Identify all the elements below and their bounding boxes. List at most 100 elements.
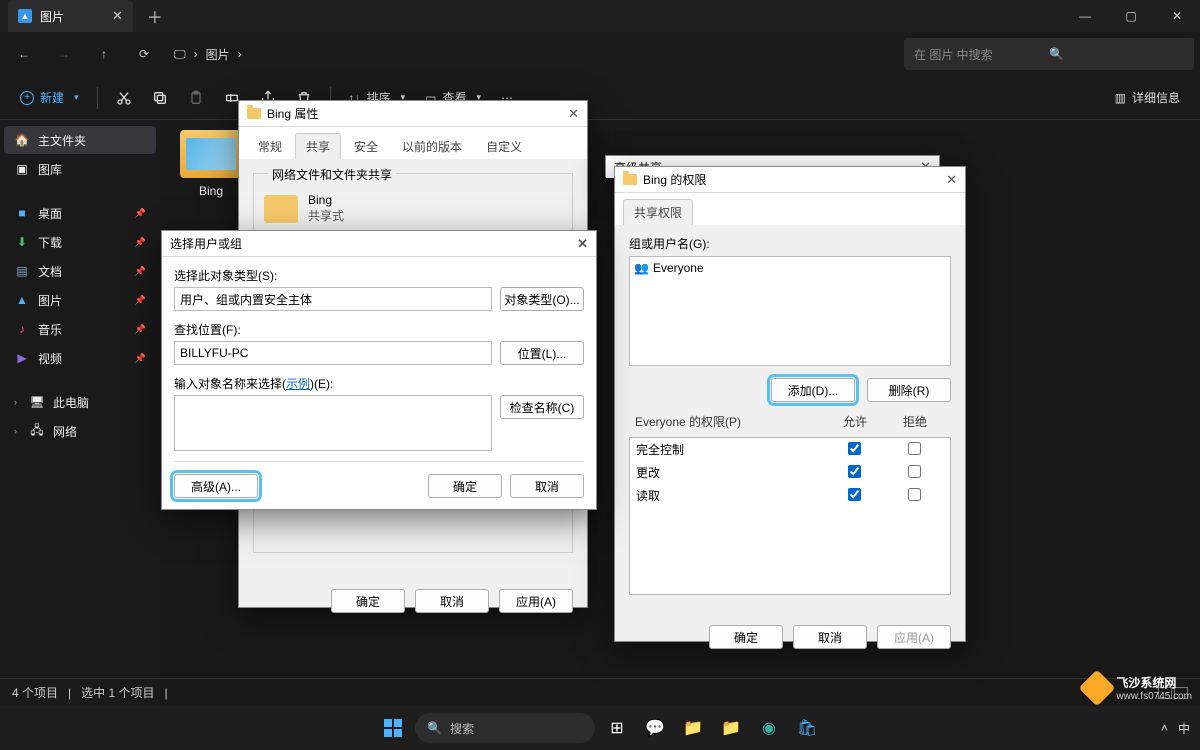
desktop-icon: ■ xyxy=(14,206,30,220)
search-icon: 🔍 xyxy=(427,721,442,735)
gallery-icon: ▣ xyxy=(14,162,30,176)
tab-previous[interactable]: 以前的版本 xyxy=(391,133,473,159)
forward-button[interactable]: → xyxy=(46,37,82,71)
taskbar-app-store[interactable]: 🛍 xyxy=(791,712,823,744)
refresh-button[interactable]: ⟳ xyxy=(126,37,162,71)
sidebar-item-gallery[interactable]: ▣图库 xyxy=(4,155,156,183)
dialog-select-user: 选择用户或组 ✕ 选择此对象类型(S): 对象类型(O)... 查找位置(F):… xyxy=(161,230,597,510)
folder-icon xyxy=(180,130,242,178)
sidebar: 🏠主文件夹 ▣图库 ■桌面📌 ⬇下载📌 ▤文档📌 ▲图片📌 ♪音乐📌 ▶视频📌 … xyxy=(0,120,160,722)
tab-security[interactable]: 安全 xyxy=(343,133,389,159)
location-button[interactable]: 位置(L)... xyxy=(500,341,584,365)
close-icon[interactable]: ✕ xyxy=(946,172,957,188)
taskbar-app[interactable]: 📁 xyxy=(677,712,709,744)
sidebar-item-documents[interactable]: ▤文档📌 xyxy=(4,257,156,285)
new-button[interactable]: +新建▾ xyxy=(12,82,87,114)
cancel-button[interactable]: 取消 xyxy=(793,625,867,649)
taskbar-app-edge[interactable]: ◉ xyxy=(753,712,785,744)
taskbar-app[interactable]: 💬 xyxy=(639,712,671,744)
maximize-button[interactable]: ▢ xyxy=(1108,0,1154,32)
sidebar-item-music[interactable]: ♪音乐📌 xyxy=(4,315,156,343)
chevron-right-icon: › xyxy=(14,426,17,436)
ok-button[interactable]: 确定 xyxy=(428,474,502,498)
paste-button[interactable] xyxy=(180,82,212,114)
taskbar-app-explorer[interactable]: 📁 xyxy=(715,712,747,744)
list-item-everyone[interactable]: 👥 Everyone xyxy=(634,261,946,275)
start-button[interactable] xyxy=(377,712,409,744)
object-names-field[interactable] xyxy=(174,395,492,451)
sidebar-item-home[interactable]: 🏠主文件夹 xyxy=(4,126,156,154)
perm-row-full: 完全控制 xyxy=(630,438,950,461)
tab-share[interactable]: 共享 xyxy=(295,133,341,159)
pictures-icon: ▲ xyxy=(14,293,30,307)
home-icon: 🏠 xyxy=(14,133,30,147)
ok-button[interactable]: 确定 xyxy=(709,625,783,649)
dialog-title: Bing 的权限 xyxy=(643,171,706,188)
deny-read-checkbox[interactable] xyxy=(908,488,921,501)
network-icon: 🖧 xyxy=(29,421,45,442)
sidebar-item-videos[interactable]: ▶视频📌 xyxy=(4,344,156,372)
share-status: 共享式 xyxy=(308,207,344,224)
allow-read-checkbox[interactable] xyxy=(848,488,861,501)
sidebar-item-desktop[interactable]: ■桌面📌 xyxy=(4,199,156,227)
minimize-button[interactable]: — xyxy=(1062,0,1108,32)
tab-share-permissions[interactable]: 共享权限 xyxy=(623,199,693,225)
close-tab-icon[interactable]: ✕ xyxy=(112,8,123,24)
tab-custom[interactable]: 自定义 xyxy=(475,133,533,159)
taskbar: 🔍搜索 ⊞ 💬 📁 📁 ◉ 🛍 ˄ 中 xyxy=(0,706,1200,750)
monitor-icon: 🖵 xyxy=(174,47,186,62)
enter-names-label: 输入对象名称来选择(示例)(E): xyxy=(174,375,584,392)
user-listbox[interactable]: 👥 Everyone xyxy=(629,256,951,366)
cancel-button[interactable]: 取消 xyxy=(415,589,489,613)
cut-button[interactable] xyxy=(108,82,140,114)
ime-indicator[interactable]: 中 xyxy=(1178,720,1190,737)
up-button[interactable]: ↑ xyxy=(86,37,122,71)
dialog-tabs: 常规 共享 安全 以前的版本 自定义 xyxy=(239,127,587,159)
watermark-brand: 飞沙系统网 xyxy=(1116,674,1192,691)
search-box[interactable]: 在 图片 中搜索 🔍 xyxy=(904,38,1194,70)
location-field[interactable] xyxy=(174,341,492,365)
cancel-button[interactable]: 取消 xyxy=(510,474,584,498)
deny-header: 拒绝 xyxy=(885,413,945,430)
task-view-button[interactable]: ⊞ xyxy=(601,712,633,744)
deny-change-checkbox[interactable] xyxy=(908,465,921,478)
apply-button[interactable]: 应用(A) xyxy=(877,625,951,649)
close-icon[interactable]: ✕ xyxy=(577,236,588,252)
advanced-button[interactable]: 高级(A)... xyxy=(174,474,258,498)
check-names-button[interactable]: 检查名称(C) xyxy=(500,395,584,419)
object-type-button[interactable]: 对象类型(O)... xyxy=(500,287,584,311)
dialog-titlebar[interactable]: Bing 的权限 ✕ xyxy=(615,167,965,193)
add-button[interactable]: 添加(D)... xyxy=(771,378,855,402)
example-link[interactable]: 示例 xyxy=(286,377,310,391)
folder-item-bing[interactable]: Bing xyxy=(174,130,248,198)
allow-full-checkbox[interactable] xyxy=(848,442,861,455)
explorer-tab[interactable]: ▲ 图片 ✕ xyxy=(8,0,133,32)
dialog-titlebar[interactable]: Bing 属性 ✕ xyxy=(239,101,587,127)
chevron-right-icon: › xyxy=(14,397,17,407)
dialog-title: 选择用户或组 xyxy=(170,235,242,252)
close-window-button[interactable]: ✕ xyxy=(1154,0,1200,32)
remove-button[interactable]: 删除(R) xyxy=(867,378,951,402)
taskbar-search[interactable]: 🔍搜索 xyxy=(415,713,595,743)
apply-button[interactable]: 应用(A) xyxy=(499,589,573,613)
tab-general[interactable]: 常规 xyxy=(247,133,293,159)
sidebar-item-network[interactable]: ›🖧网络 xyxy=(4,417,156,445)
breadcrumb[interactable]: 🖵 › 图片 › xyxy=(166,38,900,70)
ok-button[interactable]: 确定 xyxy=(331,589,405,613)
breadcrumb-item[interactable]: 图片 xyxy=(206,46,230,63)
details-pane-button[interactable]: ▥详细信息 xyxy=(1107,82,1188,114)
close-icon[interactable]: ✕ xyxy=(568,106,579,122)
allow-change-checkbox[interactable] xyxy=(848,465,861,478)
sidebar-item-downloads[interactable]: ⬇下载📌 xyxy=(4,228,156,256)
window-titlebar: ▲ 图片 ✕ ＋ — ▢ ✕ xyxy=(0,0,1200,32)
copy-button[interactable] xyxy=(144,82,176,114)
sidebar-item-pictures[interactable]: ▲图片📌 xyxy=(4,286,156,314)
deny-full-checkbox[interactable] xyxy=(908,442,921,455)
tray-chevron-icon[interactable]: ˄ xyxy=(1161,721,1168,735)
object-type-field[interactable] xyxy=(174,287,492,311)
dialog-titlebar[interactable]: 选择用户或组 ✕ xyxy=(162,231,596,257)
new-tab-button[interactable]: ＋ xyxy=(147,4,163,28)
toolbar: +新建▾ ↑↓排序▾ ▭查看▾ ⋯ ▥详细信息 xyxy=(0,76,1200,120)
back-button[interactable]: ← xyxy=(6,37,42,71)
sidebar-item-thispc[interactable]: ›🖥此电脑 xyxy=(4,388,156,416)
